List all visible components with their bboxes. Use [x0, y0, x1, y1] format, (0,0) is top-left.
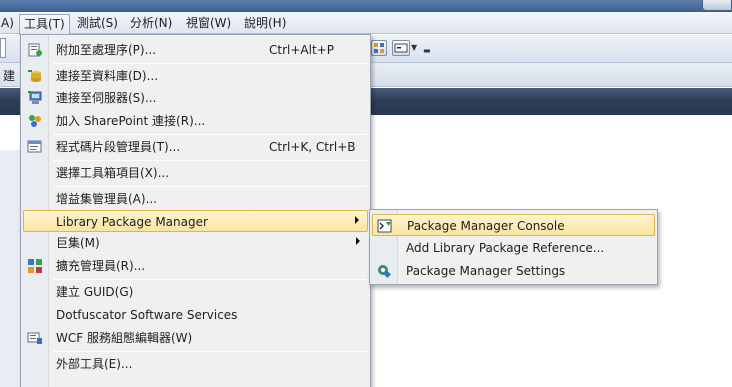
build-toolbar-label: 建 — [3, 69, 16, 83]
console-icon — [377, 218, 393, 234]
menu-separator — [53, 63, 367, 64]
menu-item-macros[interactable]: 巨集(M) — [23, 232, 368, 254]
toolbar-button-window-icon[interactable] — [392, 40, 410, 56]
menu-separator — [53, 134, 367, 135]
menu-item-library-package-manager[interactable]: Library Package Manager — [23, 210, 368, 232]
menu-tools[interactable]: 工具(T) — [19, 14, 70, 35]
toolbar-button-grid-icon[interactable] — [371, 40, 387, 56]
menu-separator — [53, 160, 367, 161]
wcf-config-icon — [27, 330, 43, 346]
side-panel-edge — [0, 150, 20, 387]
menu-item-dotfuscator[interactable]: Dotfuscator Software Services — [23, 304, 368, 326]
menu-item-sharepoint[interactable]: 加入 SharePoint 連接(R)... — [23, 110, 368, 132]
menu-separator — [53, 186, 367, 187]
menu-item-add-package-reference[interactable]: Add Library Package Reference... — [372, 237, 655, 259]
menu-analyze[interactable]: 分析(N) — [126, 14, 176, 33]
menu-window[interactable]: 視窗(W) — [182, 14, 235, 33]
database-connect-icon — [27, 68, 43, 84]
title-bar — [0, 0, 732, 12]
toolbar-gripper — [0, 38, 6, 58]
menu-item-package-manager-console[interactable]: Package Manager Console — [372, 214, 655, 236]
menu-bar: A) 工具(T) 測試(S) 分析(N) 視窗(W) 說明(H) — [0, 12, 732, 35]
window-control-button[interactable] — [702, 0, 732, 11]
chevron-down-icon[interactable]: ▼ — [411, 43, 417, 52]
menu-item-snippet-manager[interactable]: 程式碼片段管理員(T)... Ctrl+K, Ctrl+B — [23, 136, 368, 158]
snippet-manager-icon — [27, 139, 43, 155]
attach-process-icon — [27, 42, 43, 58]
menu-item-wcf-config-editor[interactable]: WCF 服務組態編輯器(W) — [23, 327, 368, 349]
menu-item-attach-process[interactable]: 附加至處理序(P)... Ctrl+Alt+P — [23, 39, 368, 61]
extension-manager-icon — [27, 258, 43, 274]
toolbar-overflow-icon[interactable]: ▬ — [423, 46, 431, 55]
menu-item-extension-manager[interactable]: 擴充管理員(R)... — [23, 255, 368, 277]
sharepoint-icon — [27, 113, 43, 129]
settings-icon — [376, 263, 392, 279]
menu-separator — [53, 279, 367, 280]
server-connect-icon — [27, 90, 43, 106]
menu-item-toolbox-items[interactable]: 選擇工具箱項目(X)... — [23, 162, 368, 184]
package-manager-submenu: Package Manager Console Add Library Pack… — [369, 209, 658, 285]
menu-item-connect-database[interactable]: 連接至資料庫(D)... — [23, 65, 368, 87]
tools-menu: 附加至處理序(P)... Ctrl+Alt+P 連接至資料庫(D)... 連接至… — [20, 34, 371, 387]
menu-item-package-manager-settings[interactable]: Package Manager Settings — [372, 260, 655, 282]
menu-item-create-guid[interactable]: 建立 GUID(G) — [23, 281, 368, 303]
menu-item-partial[interactable]: A) — [0, 14, 18, 33]
submenu-arrow-icon — [356, 237, 360, 245]
menu-item-external-tools[interactable]: 外部工具(E)... — [23, 353, 368, 375]
submenu-arrow-icon — [355, 216, 359, 224]
menu-item-connect-server[interactable]: 連接至伺服器(S)... — [23, 87, 368, 109]
menu-item-addin-manager[interactable]: 增益集管理員(A)... — [23, 188, 368, 210]
menu-separator — [53, 351, 367, 352]
menu-help[interactable]: 說明(H) — [240, 14, 290, 33]
menu-test[interactable]: 測試(S) — [73, 14, 122, 33]
